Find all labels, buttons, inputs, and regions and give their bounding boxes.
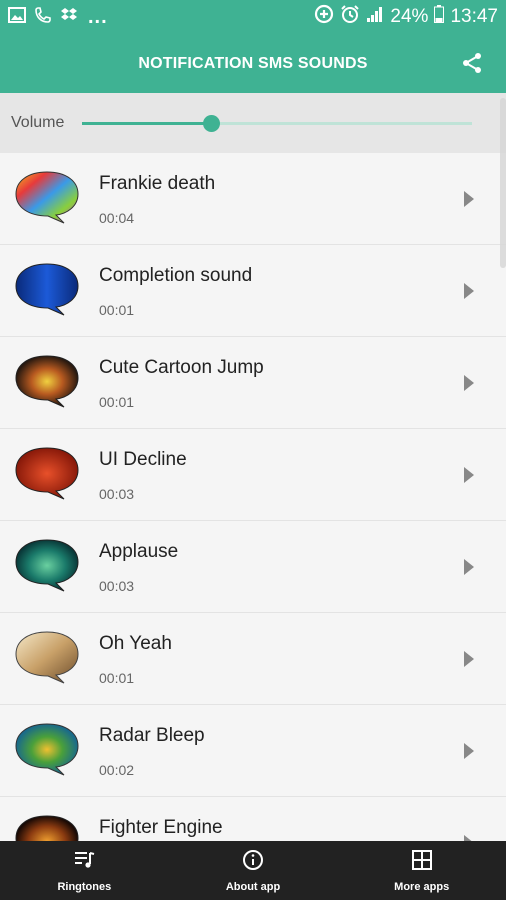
sound-thumbnail-icon bbox=[14, 720, 80, 776]
sound-name: UI Decline bbox=[99, 449, 187, 470]
dropbox-icon bbox=[60, 7, 78, 28]
sound-name: Radar Bleep bbox=[99, 725, 205, 746]
signal-icon bbox=[366, 5, 384, 29]
play-arrow-icon[interactable] bbox=[464, 467, 474, 483]
missed-call-icon bbox=[34, 6, 52, 29]
list-item[interactable]: Fighter Engine bbox=[0, 797, 506, 841]
sound-duration: 00:01 bbox=[99, 302, 135, 318]
volume-slider-thumb[interactable] bbox=[202, 115, 220, 132]
sound-name: Oh Yeah bbox=[99, 633, 172, 654]
list-item[interactable]: Cute Cartoon Jump 00:01 bbox=[0, 337, 506, 429]
bottom-nav: Ringtones About app More apps bbox=[0, 841, 506, 900]
nav-more-apps-label: More apps bbox=[394, 880, 450, 893]
nav-ringtones[interactable]: Ringtones bbox=[0, 841, 169, 900]
sound-name: Applause bbox=[99, 541, 179, 562]
sound-duration: 00:04 bbox=[99, 210, 135, 226]
sound-thumbnail-icon bbox=[14, 628, 80, 684]
sound-thumbnail-icon bbox=[14, 536, 80, 592]
volume-label: Volume bbox=[11, 114, 65, 131]
sound-name: Cute Cartoon Jump bbox=[99, 357, 264, 378]
share-icon[interactable] bbox=[460, 51, 484, 75]
sound-thumbnail-icon bbox=[14, 444, 80, 500]
sound-duration: 00:03 bbox=[99, 578, 135, 594]
status-bar: ... 24% 13:47 bbox=[0, 0, 506, 34]
volume-slider[interactable] bbox=[82, 115, 472, 132]
play-arrow-icon[interactable] bbox=[464, 375, 474, 391]
sound-duration: 00:01 bbox=[99, 394, 135, 410]
play-arrow-icon[interactable] bbox=[464, 191, 474, 207]
battery-icon bbox=[434, 5, 445, 29]
page-title: NOTIFICATION SMS SOUNDS bbox=[138, 54, 368, 72]
app-bar: NOTIFICATION SMS SOUNDS bbox=[0, 34, 506, 93]
sound-duration: 00:02 bbox=[99, 762, 135, 778]
list-item[interactable]: Completion sound 00:01 bbox=[0, 245, 506, 337]
scrollbar[interactable] bbox=[500, 98, 506, 268]
sound-duration: 00:01 bbox=[99, 670, 135, 686]
battery-percent: 24% bbox=[390, 6, 429, 27]
volume-slider-fill bbox=[82, 122, 211, 125]
list-item[interactable]: Applause 00:03 bbox=[0, 521, 506, 613]
nav-more-apps[interactable]: More apps bbox=[337, 841, 506, 900]
sound-duration: 00:03 bbox=[99, 486, 135, 502]
nav-about-app-label: About app bbox=[225, 880, 281, 893]
list-item[interactable]: Oh Yeah 00:01 bbox=[0, 613, 506, 705]
list-item[interactable]: UI Decline 00:03 bbox=[0, 429, 506, 521]
play-arrow-icon[interactable] bbox=[464, 651, 474, 667]
nav-ringtones-label: Ringtones bbox=[57, 880, 112, 893]
nav-about-app[interactable]: About app bbox=[169, 841, 338, 900]
image-icon bbox=[8, 6, 26, 28]
sound-thumbnail-icon bbox=[14, 352, 80, 408]
sound-name: Completion sound bbox=[99, 265, 253, 286]
sound-thumbnail-icon bbox=[14, 260, 80, 316]
grid-icon bbox=[411, 849, 433, 881]
volume-bar: Volume bbox=[0, 93, 506, 153]
more-notifications-indicator: ... bbox=[88, 5, 108, 28]
sound-name: Frankie death bbox=[99, 173, 216, 194]
sound-thumbnail-icon bbox=[14, 812, 80, 841]
sound-list: Frankie death 00:04 Completion sound 00:… bbox=[0, 153, 506, 841]
data-saver-icon bbox=[314, 4, 334, 30]
play-arrow-icon[interactable] bbox=[464, 743, 474, 759]
play-arrow-icon[interactable] bbox=[464, 559, 474, 575]
sound-name: Fighter Engine bbox=[99, 817, 223, 838]
clock: 13:47 bbox=[450, 6, 498, 27]
play-arrow-icon[interactable] bbox=[464, 283, 474, 299]
alarm-icon bbox=[340, 4, 360, 30]
list-item[interactable]: Radar Bleep 00:02 bbox=[0, 705, 506, 797]
list-item[interactable]: Frankie death 00:04 bbox=[0, 153, 506, 245]
playlist-icon bbox=[73, 849, 95, 881]
info-icon bbox=[242, 849, 264, 881]
sound-thumbnail-icon bbox=[14, 168, 80, 224]
